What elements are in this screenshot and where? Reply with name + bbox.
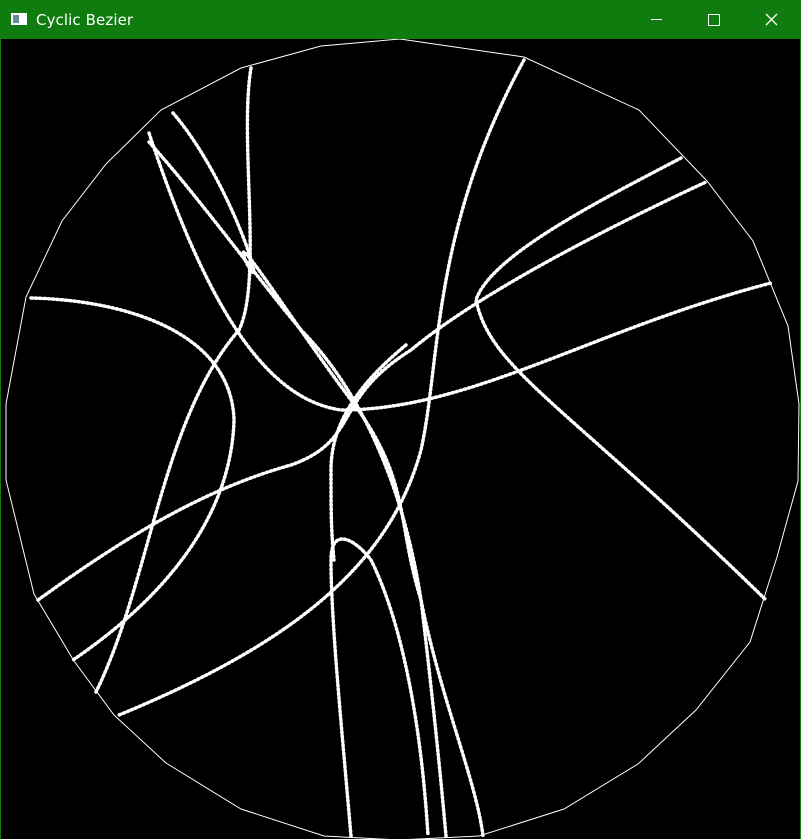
app-icon[interactable] xyxy=(11,13,27,25)
drawing-canvas[interactable] xyxy=(1,39,800,839)
minimize-icon xyxy=(651,19,662,20)
window-title: Cyclic Bezier xyxy=(36,11,134,29)
curve-a xyxy=(117,58,526,717)
curve-b xyxy=(94,66,253,694)
app-window: Cyclic Bezier xyxy=(0,0,801,839)
close-button[interactable] xyxy=(743,0,801,39)
curve-c xyxy=(29,296,236,662)
curve-f xyxy=(36,180,708,602)
curve-j xyxy=(329,343,408,562)
maximize-button[interactable] xyxy=(685,0,743,39)
title-bar[interactable]: Cyclic Bezier xyxy=(1,0,800,39)
bezier-drawing xyxy=(5,39,800,839)
curve-i xyxy=(329,537,430,838)
bezier-curves xyxy=(29,58,773,838)
close-icon xyxy=(765,13,778,26)
minimize-button[interactable] xyxy=(627,0,685,39)
curve-d xyxy=(147,131,773,412)
maximize-icon xyxy=(708,14,720,26)
